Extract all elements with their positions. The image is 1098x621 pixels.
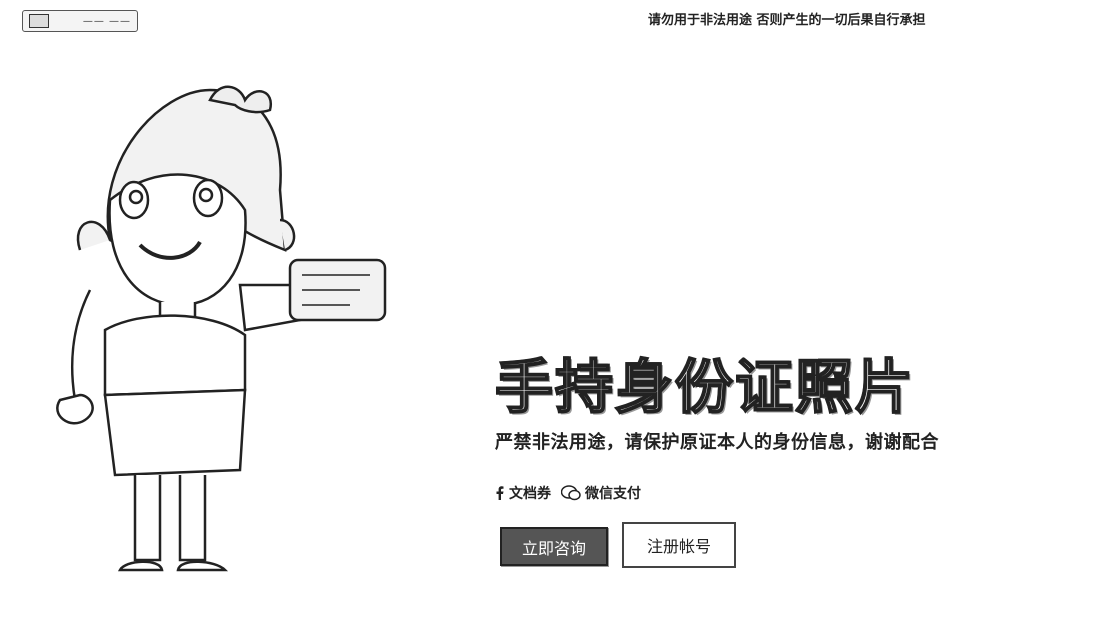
woman-holding-card-illustration bbox=[56, 85, 387, 572]
header-notice: 请勿用于非法用途 否则产生的一切后果自行承担 bbox=[648, 13, 926, 28]
hero-title: 手持身份证照片 bbox=[494, 352, 916, 422]
consult-now-button[interactable]: 立即咨询 bbox=[500, 527, 608, 566]
hero-subtitle: 严禁非法用途，请保护原证本人的身份信息，谢谢配合 bbox=[495, 432, 939, 453]
facebook-share-label: 文档券 bbox=[509, 486, 551, 502]
wechat-share-label: 微信支付 bbox=[585, 486, 641, 502]
wechat-icon bbox=[561, 485, 581, 501]
logo-text: —— —— bbox=[82, 15, 131, 27]
share-row: 文档券 微信支付 bbox=[495, 483, 641, 503]
facebook-icon bbox=[496, 486, 504, 500]
register-account-button[interactable]: 注册帐号 bbox=[622, 522, 736, 568]
site-logo[interactable]: —— —— bbox=[22, 10, 138, 32]
wechat-share[interactable]: 微信支付 bbox=[561, 483, 641, 503]
logo-mark-icon bbox=[29, 14, 49, 28]
facebook-share[interactable]: 文档券 bbox=[495, 483, 551, 503]
